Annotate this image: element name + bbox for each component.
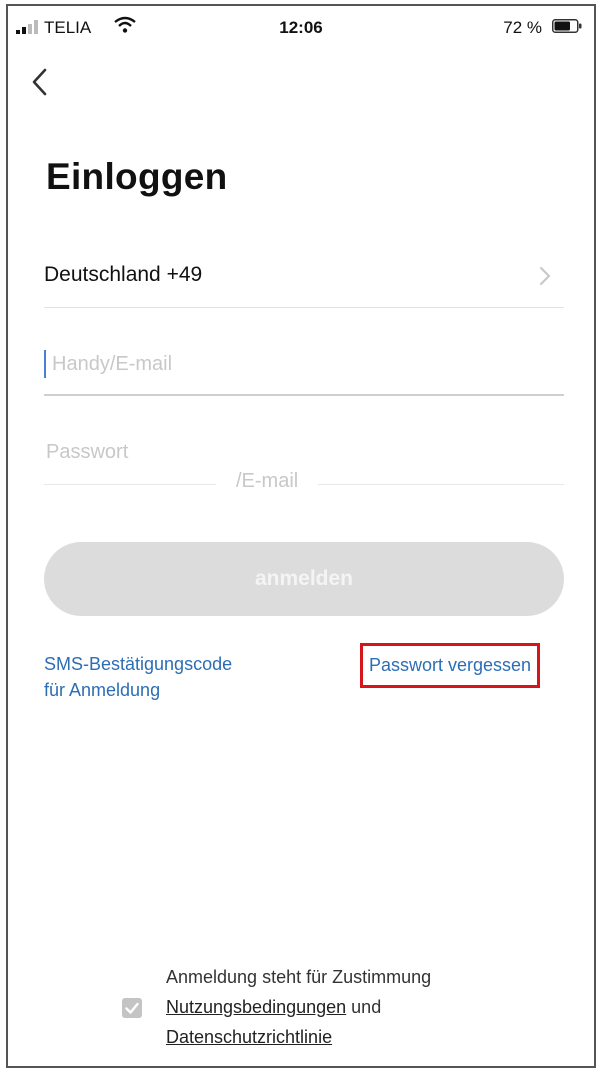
agreement-and: und bbox=[351, 997, 382, 1017]
back-button[interactable] bbox=[26, 62, 54, 102]
phone-screen: TELIA 12:06 72 % Einloggen Deutschland +… bbox=[6, 4, 596, 1068]
chevron-right-icon bbox=[540, 267, 551, 285]
terms-link[interactable]: Nutzungsbedingungen bbox=[166, 997, 346, 1017]
country-selector[interactable]: Deutschland +49 bbox=[44, 251, 564, 308]
agreement-checkbox[interactable] bbox=[122, 998, 142, 1018]
battery-icon bbox=[552, 19, 582, 33]
country-code-label: Deutschland +49 bbox=[44, 263, 203, 286]
agreement-line2: Nutzungsbedingungen und bbox=[166, 992, 431, 1022]
checkmark-icon bbox=[125, 1002, 139, 1014]
status-bar: TELIA 12:06 72 % bbox=[8, 6, 594, 46]
agreement-text: Anmeldung steht für Zustimmung Nutzungsb… bbox=[166, 962, 431, 1052]
battery-percent: 72 % bbox=[503, 18, 542, 37]
sms-link-line2: für Anmeldung bbox=[44, 680, 161, 700]
sms-link-line1: SMS-Bestätigungscode bbox=[44, 654, 233, 674]
password-input[interactable] bbox=[44, 434, 548, 470]
agreement-line1: Anmeldung steht für Zustimmung bbox=[166, 967, 432, 987]
sms-code-login-link[interactable]: SMS-Bestätigungscode für Anmeldung bbox=[44, 651, 232, 703]
chevron-left-icon bbox=[32, 68, 47, 96]
login-button[interactable]: anmelden bbox=[44, 542, 564, 616]
privacy-link[interactable]: Datenschutzrichtlinie bbox=[166, 1027, 332, 1047]
text-cursor bbox=[44, 350, 46, 378]
phone-email-input[interactable] bbox=[50, 346, 554, 382]
forgot-password-link[interactable]: Passwort vergessen bbox=[360, 643, 541, 688]
page-title: Einloggen bbox=[46, 156, 228, 197]
agreement-line3: Datenschutzrichtlinie bbox=[166, 1022, 431, 1052]
phone-email-field bbox=[44, 336, 564, 396]
overlay-ghost-text: /E-mail bbox=[216, 470, 319, 493]
